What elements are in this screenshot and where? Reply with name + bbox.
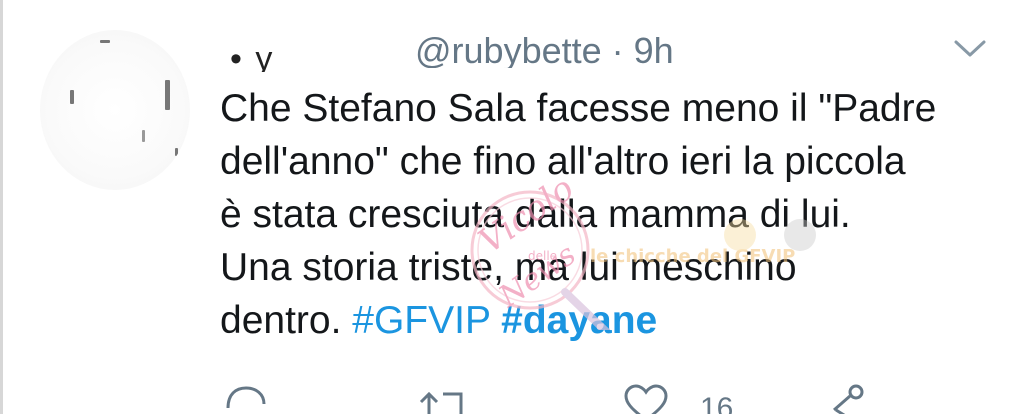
avatar-detail xyxy=(175,148,178,156)
avatar-detail xyxy=(100,40,110,43)
heart-icon xyxy=(624,384,668,414)
like-count: 16 xyxy=(700,392,734,414)
tweet-text-line: Una storia triste, ma lui meschino xyxy=(220,246,797,289)
handle-and-time[interactable]: @rubybette · 9h xyxy=(415,30,674,68)
hashtag-gfvip[interactable]: #GFVIP xyxy=(352,299,490,342)
retweet-icon xyxy=(419,391,463,414)
tweet-text-line: Che Stefano Sala facesse meno il "Padre xyxy=(220,87,937,130)
share-button[interactable] xyxy=(822,380,870,414)
display-name[interactable]: • y xyxy=(230,40,274,72)
tweet-card[interactable]: • y @rubybette · 9h Che Stefano Sala fac… xyxy=(0,0,1024,414)
avatar-detail xyxy=(70,90,74,104)
reply-icon xyxy=(226,386,266,409)
avatar-detail xyxy=(142,130,145,142)
tweet-text-line: dentro. xyxy=(220,299,353,342)
chevron-down-icon[interactable] xyxy=(952,36,988,60)
avatar-detail xyxy=(165,80,170,110)
reply-button[interactable] xyxy=(222,380,270,414)
hashtag-dayane[interactable]: #dayane xyxy=(501,299,657,342)
avatar[interactable] xyxy=(40,30,190,190)
tweet-text: Che Stefano Sala facesse meno il "Padre … xyxy=(220,82,1010,347)
like-button[interactable] xyxy=(620,380,672,414)
tweet-text-line: è stata cresciuta dalla mamma di lui. xyxy=(220,193,851,236)
tweet-actions: 16 xyxy=(0,380,1024,414)
tweet-text-line: dell'anno" che fino all'altro ieri la pi… xyxy=(220,140,906,183)
tweet-header: • y @rubybette · 9h xyxy=(220,22,940,72)
share-icon xyxy=(833,384,864,414)
retweet-button[interactable] xyxy=(415,380,471,414)
